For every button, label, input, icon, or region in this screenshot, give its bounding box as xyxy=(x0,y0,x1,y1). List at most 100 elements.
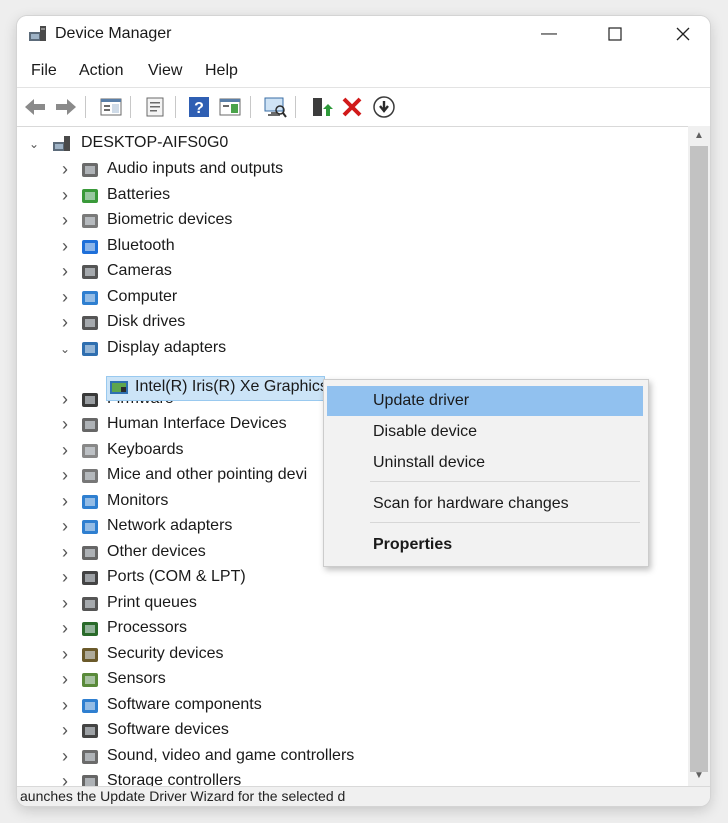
chevron-right-icon[interactable]: › xyxy=(58,568,72,586)
chevron-right-icon[interactable]: › xyxy=(58,313,72,331)
scan-hardware-icon[interactable] xyxy=(263,95,287,119)
scroll-thumb[interactable] xyxy=(690,146,708,772)
root-label: DESKTOP-AIFS0G0 xyxy=(81,134,229,151)
tree-item-category[interactable]: › Storage controllers xyxy=(17,771,687,786)
device-category-icon xyxy=(82,341,98,356)
chevron-right-icon[interactable]: › xyxy=(58,696,72,714)
toolbar-separator xyxy=(295,96,296,118)
device-category-icon xyxy=(82,775,98,786)
tree-item-category[interactable]: › Software components xyxy=(17,695,687,719)
chevron-right-icon[interactable]: › xyxy=(58,594,72,612)
tree-item-category[interactable]: › Computer xyxy=(17,287,687,311)
chevron-down-icon[interactable]: ⌄ xyxy=(58,341,72,356)
device-category-icon xyxy=(82,724,98,738)
device-category-icon xyxy=(82,290,98,305)
tree-item-label: Processors xyxy=(107,619,188,636)
scroll-up-arrow-icon[interactable]: ▲ xyxy=(688,127,710,145)
display-adapter-icon xyxy=(110,381,128,394)
chevron-right-icon[interactable]: › xyxy=(58,441,72,459)
chevron-right-icon[interactable]: › xyxy=(58,517,72,535)
scroll-down-arrow-icon[interactable]: ▼ xyxy=(688,767,710,785)
tree-item-label: Intel(R) Iris(R) Xe Graphics xyxy=(135,378,328,395)
chevron-right-icon[interactable]: › xyxy=(58,747,72,765)
close-icon xyxy=(676,27,690,41)
tree-item-category[interactable]: › Batteries xyxy=(17,185,687,209)
chevron-right-icon[interactable]: › xyxy=(58,262,72,280)
properties-icon[interactable] xyxy=(143,95,167,119)
menu-file[interactable]: File xyxy=(31,62,57,80)
chevron-down-icon[interactable]: ⌄ xyxy=(27,136,41,151)
device-category-icon xyxy=(82,622,98,636)
tree-item-label: Keyboards xyxy=(107,440,184,458)
menu-action[interactable]: Action xyxy=(79,62,123,80)
close-button[interactable] xyxy=(660,16,706,52)
chevron-right-icon[interactable]: › xyxy=(58,288,72,306)
chevron-right-icon[interactable]: › xyxy=(58,466,72,484)
menu-item-label: Disable device xyxy=(373,423,478,440)
chevron-right-icon[interactable]: › xyxy=(58,721,72,739)
chevron-right-icon[interactable]: › xyxy=(58,492,72,510)
help-icon[interactable]: ? xyxy=(187,95,211,119)
minimize-button[interactable]: — xyxy=(526,16,572,52)
menu-help[interactable]: Help xyxy=(205,62,238,80)
view-icon[interactable] xyxy=(218,95,242,119)
chevron-right-icon[interactable]: › xyxy=(58,237,72,255)
tree-item-category[interactable]: › Audio inputs and outputs xyxy=(17,159,687,183)
update-driver-icon[interactable] xyxy=(309,95,333,119)
chevron-right-icon[interactable]: › xyxy=(58,619,72,637)
tree-item-category[interactable]: ⌄ Display adapters xyxy=(17,338,687,362)
chevron-right-icon[interactable]: › xyxy=(58,543,72,561)
disable-device-menu-item[interactable]: Disable device xyxy=(327,417,643,447)
menu-bar: File Action View Help xyxy=(17,58,710,86)
chevron-right-icon[interactable]: › xyxy=(58,160,72,178)
device-manager-app-icon xyxy=(29,26,46,41)
tree-item-label: Software devices xyxy=(107,721,229,738)
tree-item-category[interactable]: › Software devices xyxy=(17,720,687,744)
disable-icon[interactable] xyxy=(372,95,396,119)
properties-menu-item[interactable]: Properties xyxy=(327,530,643,560)
chevron-right-icon[interactable]: › xyxy=(58,415,72,433)
chevron-right-icon[interactable]: › xyxy=(58,645,72,663)
menu-item-label: Uninstall device xyxy=(373,454,486,471)
device-category-icon xyxy=(82,647,98,662)
menu-separator xyxy=(370,522,640,523)
chevron-right-icon[interactable]: › xyxy=(58,211,72,229)
tree-item-category[interactable]: › Bluetooth xyxy=(17,236,687,260)
minimize-icon: — xyxy=(541,25,557,42)
tree-item-category[interactable]: › Biometric devices xyxy=(17,210,687,234)
console-tree-icon[interactable] xyxy=(99,95,123,119)
tree-item-category[interactable]: › Sensors xyxy=(17,669,687,693)
device-category-icon xyxy=(82,673,98,687)
device-category-icon xyxy=(82,749,98,764)
forward-arrow-icon[interactable] xyxy=(54,95,78,119)
tree-item-label: Ports (COM & LPT) xyxy=(107,568,246,585)
vertical-scrollbar[interactable]: ▲ ▼ xyxy=(688,126,710,786)
chevron-right-icon[interactable]: › xyxy=(58,670,72,688)
tree-item-category[interactable]: › Cameras xyxy=(17,261,687,285)
tree-item-label: Sensors xyxy=(107,670,166,687)
device-category-icon xyxy=(82,214,98,228)
chevron-right-icon[interactable]: › xyxy=(58,772,72,786)
tree-item-label: Software components xyxy=(107,695,262,713)
back-arrow-icon[interactable] xyxy=(23,95,47,119)
uninstall-icon[interactable] xyxy=(340,95,364,119)
tree-item-label: Storage controllers xyxy=(107,772,242,786)
tree-root[interactable]: ⌄ DESKTOP-AIFS0G0 xyxy=(17,133,687,157)
maximize-button[interactable] xyxy=(592,16,638,52)
menu-view[interactable]: View xyxy=(148,62,182,80)
tree-item-label: Print queues xyxy=(107,593,197,611)
tree-item-category[interactable]: › Disk drives xyxy=(17,312,687,336)
toolbar-separator xyxy=(85,96,86,118)
tree-item-label: Sound, video and game controllers xyxy=(107,746,355,764)
uninstall-device-menu-item[interactable]: Uninstall device xyxy=(327,448,643,478)
device-category-icon xyxy=(82,316,98,330)
tree-item-category[interactable]: › Processors xyxy=(17,618,687,642)
tree-item-category[interactable]: › Ports (COM & LPT) xyxy=(17,567,687,591)
update-driver-menu-item[interactable]: Update driver xyxy=(327,386,643,416)
device-category-icon xyxy=(82,698,98,713)
chevron-right-icon[interactable]: › xyxy=(58,186,72,204)
tree-item-category[interactable]: › Sound, video and game controllers xyxy=(17,746,687,770)
tree-item-category[interactable]: › Security devices xyxy=(17,644,687,668)
tree-item-category[interactable]: › Print queues xyxy=(17,593,687,617)
scan-hardware-menu-item[interactable]: Scan for hardware changes xyxy=(327,489,643,519)
